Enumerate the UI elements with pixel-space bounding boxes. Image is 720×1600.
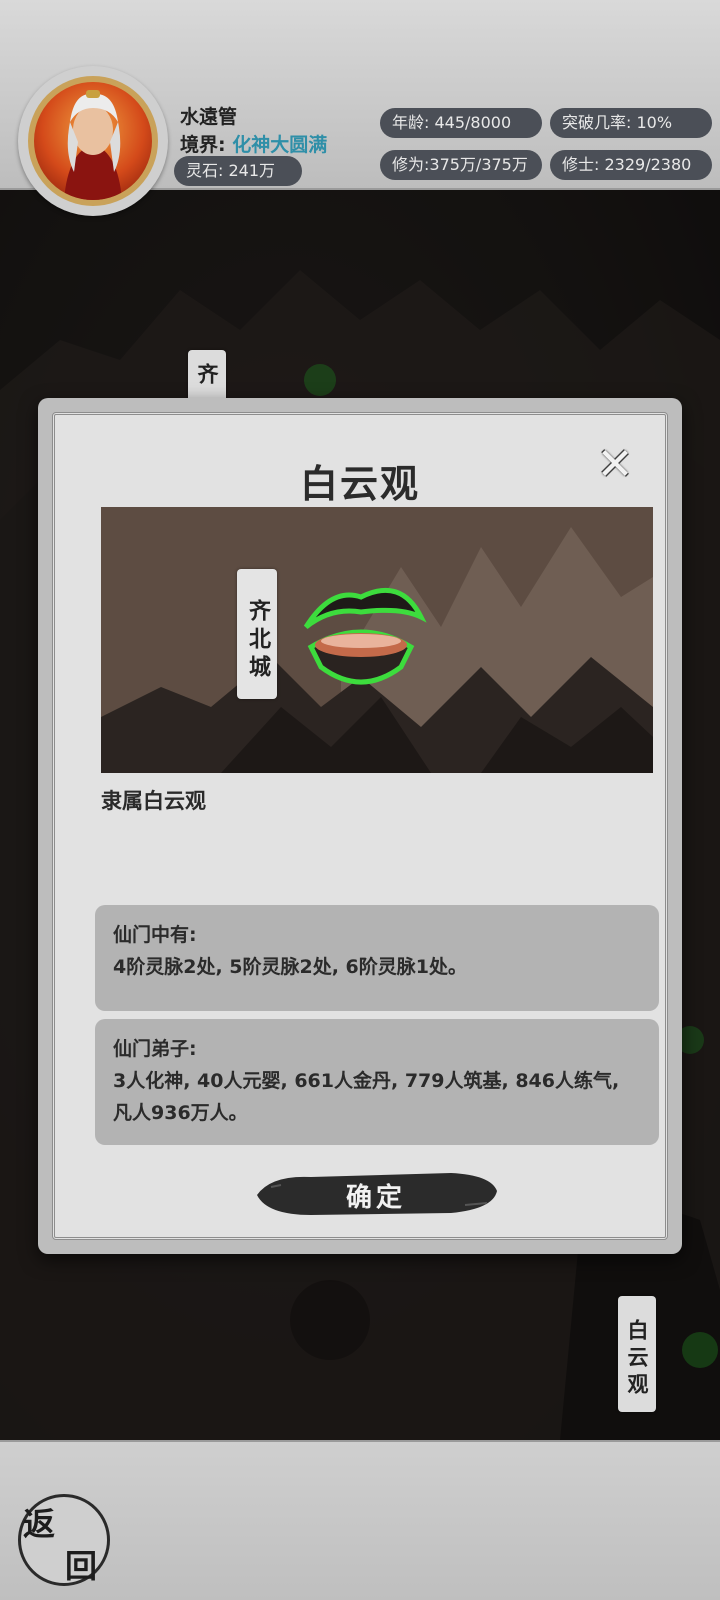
realm-value: 化神大圆满 <box>232 134 328 156</box>
back-char-bottom: 回 <box>65 1547 98 1585</box>
age-pill: 年龄: 445/8000 <box>380 108 542 138</box>
disciples-box: 仙门弟子: 3人化神, 40人元婴, 661人金丹, 779人筑基, 846人练… <box>95 1019 659 1145</box>
breakthrough-pill: 突破几率: 10% <box>550 108 712 138</box>
confirm-label: 确定 <box>345 1183 406 1213</box>
back-button[interactable]: 返 回 <box>18 1494 110 1586</box>
character-portrait-icon <box>64 90 122 200</box>
city-label-qibeicheng: 齐北城 <box>237 569 277 699</box>
back-char-top: 返 <box>23 1505 56 1543</box>
spirit-vein-box: 仙门中有: 4阶灵脉2处, 5阶灵脉2处, 6阶灵脉1处。 <box>95 905 659 1011</box>
spirit-stone-pill: 灵石: 241万 <box>174 156 302 186</box>
disciples-heading: 仙门弟子: <box>113 1038 197 1060</box>
cultivation-pill: 修为:375万/375万 <box>380 150 542 180</box>
bottom-bar <box>0 1440 720 1600</box>
confirm-button[interactable]: 确定 <box>251 1165 501 1221</box>
spirit-vein-details: 4阶灵脉2处, 5阶灵脉2处, 6阶灵脉1处。 <box>113 956 467 978</box>
avatar-frame[interactable] <box>18 66 168 216</box>
dialog-panel: 白云观 ✕ 齐北城 隶属白云观 仙门中有: 4阶灵脉2处, 5阶灵脉2处, 6阶… <box>52 412 668 1240</box>
close-button[interactable]: ✕ <box>593 443 637 487</box>
close-icon: ✕ <box>596 439 634 490</box>
status-header: 水遠管 境界: 化神大圆满 灵石: 241万 年龄: 445/8000 突破几率… <box>0 0 720 216</box>
avatar[interactable] <box>28 76 158 206</box>
spirit-vein-heading: 仙门中有: <box>113 924 197 946</box>
realm-label: 境界: <box>180 134 226 156</box>
map-location-tag-baiyunguan[interactable]: 白云观 <box>618 1296 656 1412</box>
cultivators-pill: 修士: 2329/2380 <box>550 150 712 180</box>
player-name: 水遠管 <box>180 106 238 128</box>
realm-row: 境界: 化神大圆满 <box>180 130 327 157</box>
map-location-tag-qi[interactable]: 齐 <box>188 350 226 402</box>
dialog-title: 白云观 <box>299 462 420 506</box>
affiliation-text: 隶属白云观 <box>101 789 206 813</box>
mountain-scene <box>101 507 653 773</box>
disciples-details: 3人化神, 40人元婴, 661人金丹, 779人筑基, 846人练气, 凡人9… <box>113 1070 620 1124</box>
sect-info-dialog: 白云观 ✕ 齐北城 隶属白云观 仙门中有: 4阶灵脉2处, 5阶灵脉2处, 6阶… <box>38 398 682 1254</box>
sect-scene-image: 齐北城 <box>101 507 653 773</box>
